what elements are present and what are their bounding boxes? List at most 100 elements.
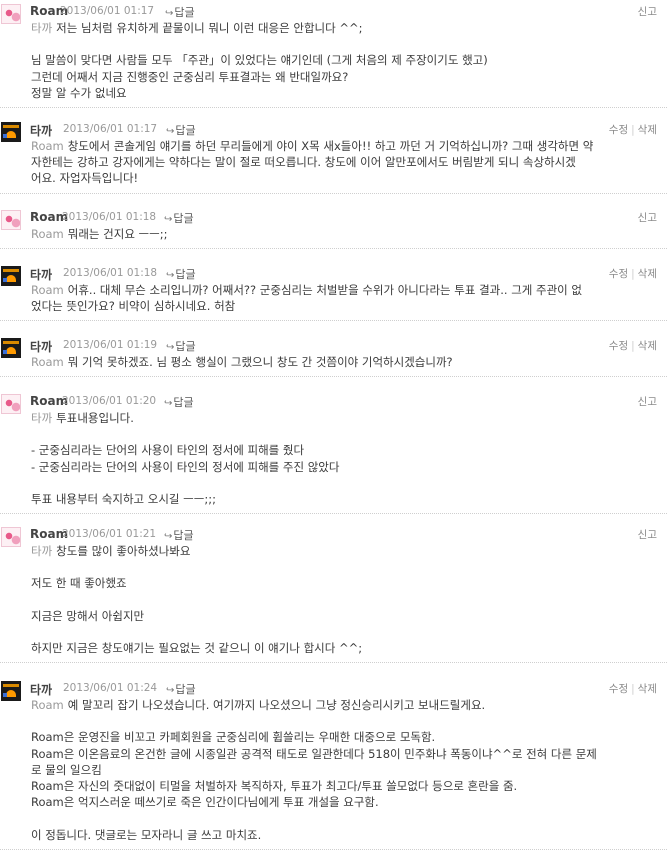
mention[interactable]: 타까 xyxy=(31,21,52,35)
avatar[interactable] xyxy=(1,681,21,701)
comment-line: 타까 투표내용입니다. xyxy=(31,411,134,425)
comment-actions: 신고 xyxy=(638,527,657,542)
comment: Roam 2013/06/01 01:20 ↪답글 신고 타까 투표내용입니다. - 군중심… xyxy=(0,390,667,515)
avatar[interactable] xyxy=(1,338,21,358)
comment-body: 타까 창도를 많이 좋아하셨나봐요 저도 한 때 좋아했죠 지금은 망해서 아쉽지만 하… xyxy=(31,543,657,662)
edit-link[interactable]: 수정 xyxy=(609,340,628,352)
author-name[interactable]: 타까 xyxy=(30,338,52,355)
comment: 타까 2013/06/01 01:18 ↪답글 수정 | 삭제 Roam 어휴.. 대체 무슨… xyxy=(0,262,667,322)
comment-header: Roam 2013/06/01 01:21 ↪답글 신고 xyxy=(0,523,667,547)
comment: 타까 2013/06/01 01:24 ↪답글 수정 | 삭제 Roam 예 말꼬리 잡기 나… xyxy=(0,677,667,850)
reply-label: 답글 xyxy=(175,340,196,353)
avatar[interactable] xyxy=(1,210,21,230)
mention[interactable]: Roam xyxy=(31,283,64,297)
comment-actions: 신고 xyxy=(638,394,657,409)
comment-header: 타까 2013/06/01 01:17 ↪답글 수정 | 삭제 xyxy=(0,118,667,142)
comment-line: 타까 창도를 많이 좋아하셨나봐요 xyxy=(31,544,191,558)
reply-button[interactable]: ↪답글 xyxy=(166,681,196,697)
comment-actions: 수정 | 삭제 xyxy=(609,266,657,281)
comment-line: 님 말씀이 맞다면 사람들 모두 「주관」이 있었다는 얘기인데 (그게 처음의… xyxy=(31,53,488,68)
mention[interactable]: Roam xyxy=(31,227,64,241)
reply-label: 답글 xyxy=(175,124,196,137)
mention[interactable]: Roam xyxy=(31,698,64,712)
avatar[interactable] xyxy=(1,394,21,414)
comment-line: 로 물의 일으킴 xyxy=(31,762,102,777)
comment-line: - 군중심리라는 단어의 사용이 타인의 정서에 피해를 줬다 xyxy=(31,443,305,458)
comment-line: Roam 어휴.. 대체 무슨 소리입니까? 어째서?? 군중심리는 처벌받을 수… xyxy=(31,283,582,297)
reply-button[interactable]: ↪답글 xyxy=(166,338,196,354)
reply-button[interactable]: ↪답글 xyxy=(166,266,196,282)
action-divider: | xyxy=(631,340,635,352)
comment-date: 2013/06/01 01:18 xyxy=(63,267,158,279)
reply-arrow-icon: ↪ xyxy=(166,685,175,696)
reply-button[interactable]: ↪답글 xyxy=(166,122,196,138)
avatar[interactable] xyxy=(1,527,21,547)
reply-button[interactable]: ↪답글 xyxy=(164,527,194,543)
comment-line: 어요. 자업자득입니다! xyxy=(31,171,139,186)
comment-line: 지금은 망해서 아쉽지만 xyxy=(31,608,145,623)
comment-body: Roam 창도에서 콘솔게임 얘기를 하던 무리들에게 야이 X목 새x들아!! … xyxy=(31,138,657,193)
author-name[interactable]: 타까 xyxy=(30,266,52,283)
comment-line xyxy=(31,36,657,52)
reply-label: 답글 xyxy=(173,529,194,542)
report-link[interactable]: 신고 xyxy=(638,6,657,18)
comment-line: 저도 한 때 좋아했죠 xyxy=(31,576,127,591)
comment-body: Roam 예 말꼬리 잡기 나오셨습니다. 여기까지 나오셨으니 그냥 정신승리시… xyxy=(31,697,657,849)
report-link[interactable]: 신고 xyxy=(638,396,657,408)
comment-date: 2013/06/01 01:18 xyxy=(62,211,157,223)
reply-arrow-icon: ↪ xyxy=(164,531,173,542)
comment-actions: 신고 xyxy=(638,4,657,19)
author-name[interactable]: 타까 xyxy=(30,122,52,139)
comment-line: 자한테는 강하고 강자에게는 약하다는 말이 절로 떠오릅니다. 창도에 이어 … xyxy=(31,155,576,170)
mention[interactable]: 타까 xyxy=(31,544,52,558)
comment-body: Roam 뭐 기억 못하겠죠. 님 평소 행실이 그랬으니 창도 간 것쯤이야 기… xyxy=(31,354,657,376)
comment-line: Roam 뭐래는 건지요 ㅡㅡ;; xyxy=(31,227,168,241)
avatar[interactable] xyxy=(1,266,21,286)
comment-line: Roam은 억지스러운 떼쓰기로 죽은 인간이다님에게 투표 개설을 요구함. xyxy=(31,795,379,810)
reply-button[interactable]: ↪답글 xyxy=(164,394,194,410)
comment-line: 정말 알 수가 없네요 xyxy=(31,85,127,100)
delete-link[interactable]: 삭제 xyxy=(638,124,657,136)
author-name[interactable]: 타까 xyxy=(30,681,52,698)
delete-link[interactable]: 삭제 xyxy=(638,683,657,695)
mention[interactable]: 타까 xyxy=(31,411,52,425)
delete-link[interactable]: 삭제 xyxy=(638,268,657,280)
comment: Roam 2013/06/01 01:21 ↪답글 신고 타까 창도를 많이 좋아하셨나봐… xyxy=(0,523,667,664)
action-divider: | xyxy=(631,124,635,136)
comment-body: 타까 저는 님처럼 유치하게 끝물이니 뭐니 이런 대응은 안합니다 ^^; 님 말… xyxy=(31,20,657,107)
comment-line xyxy=(31,713,657,729)
reply-label: 답글 xyxy=(175,268,196,281)
edit-link[interactable]: 수정 xyxy=(609,124,628,136)
mention[interactable]: Roam xyxy=(31,139,64,153)
action-divider: | xyxy=(631,268,635,280)
mention[interactable]: Roam xyxy=(31,355,64,369)
comment-header: Roam 2013/06/01 01:20 ↪답글 신고 xyxy=(0,390,667,414)
avatar[interactable] xyxy=(1,122,21,142)
comment-line: 그런데 어째서 지금 진행중인 군중심리 투표결과는 왜 반대일까요? xyxy=(31,69,349,84)
report-link[interactable]: 신고 xyxy=(638,212,657,224)
reply-arrow-icon: ↪ xyxy=(166,342,175,353)
edit-link[interactable]: 수정 xyxy=(609,683,628,695)
comment-line: Roam 뭐 기억 못하겠죠. 님 평소 행실이 그랬으니 창도 간 것쯤이야 기… xyxy=(31,355,453,369)
comment-date: 2013/06/01 01:24 xyxy=(63,682,158,694)
action-divider: | xyxy=(631,683,635,695)
comment-line xyxy=(31,426,657,442)
comment-line xyxy=(31,592,657,608)
comment-header: Roam 2013/06/01 01:17 ↪답글 신고 xyxy=(0,0,667,24)
reply-label: 답글 xyxy=(173,396,194,409)
comment-line: 었다는 뜻인가요? 비약이 심하시네요. 허참 xyxy=(31,299,236,314)
comment-actions: 수정 | 삭제 xyxy=(609,338,657,353)
comment-date: 2013/06/01 01:21 xyxy=(62,528,157,540)
comment-body: Roam 뭐래는 건지요 ㅡㅡ;; xyxy=(31,226,657,248)
comment-header: 타까 2013/06/01 01:18 ↪답글 수정 | 삭제 xyxy=(0,262,667,286)
avatar[interactable] xyxy=(1,4,21,24)
delete-link[interactable]: 삭제 xyxy=(638,340,657,352)
reply-button[interactable]: ↪답글 xyxy=(165,4,195,20)
report-link[interactable]: 신고 xyxy=(638,529,657,541)
comment-header: 타까 2013/06/01 01:24 ↪답글 수정 | 삭제 xyxy=(0,677,667,701)
reply-button[interactable]: ↪답글 xyxy=(164,210,194,226)
comment-date: 2013/06/01 01:17 xyxy=(60,5,155,17)
edit-link[interactable]: 수정 xyxy=(609,268,628,280)
reply-label: 답글 xyxy=(173,212,194,225)
comment-line xyxy=(31,475,657,491)
